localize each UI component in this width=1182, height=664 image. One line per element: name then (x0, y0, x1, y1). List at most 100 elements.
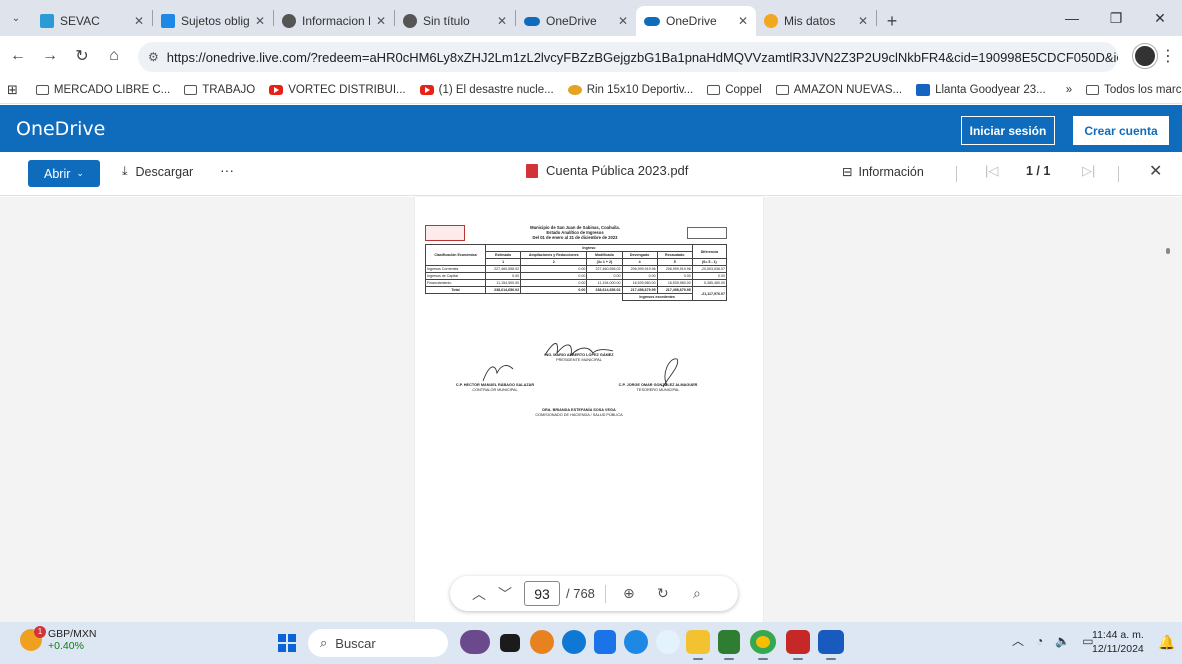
copilot-icon[interactable] (460, 630, 490, 654)
onedrive-title[interactable]: OneDrive (16, 118, 105, 140)
volume-icon[interactable]: 🔈 (1055, 634, 1070, 648)
youtube-icon (419, 84, 434, 95)
first-page-icon[interactable]: |◁ (985, 163, 998, 179)
zoom-in-icon[interactable]: ⊕ (616, 585, 642, 602)
windows-taskbar (0, 622, 1182, 664)
tab-label: Informacion Mi (302, 14, 370, 28)
app-icon[interactable] (718, 630, 740, 654)
chevron-up-icon[interactable]: ︿ (1012, 632, 1024, 649)
all-bookmarks[interactable]: Todos los marcadores (1079, 84, 1182, 96)
tab-mis-datos[interactable]: Mis datos ✕ (756, 6, 876, 36)
word-icon[interactable] (818, 630, 844, 654)
close-tab-icon[interactable]: ✕ (858, 14, 868, 28)
close-tab-icon[interactable]: ✕ (738, 14, 748, 28)
close-tab-icon[interactable]: ✕ (134, 14, 144, 28)
task-view-icon[interactable] (500, 634, 520, 652)
bookmark-label: Coppel (725, 83, 762, 96)
bookmark-rin[interactable]: Rin 15x10 Deportiv... (561, 84, 701, 96)
bookmark-coppel[interactable]: Coppel (700, 84, 768, 96)
page-number-input[interactable]: 93 (524, 581, 560, 606)
site-icon (567, 84, 582, 95)
profile-avatar[interactable] (1133, 44, 1157, 68)
info-button[interactable]: ⊟ Información (842, 164, 924, 180)
back-button[interactable]: ← (4, 42, 32, 70)
restore-button[interactable]: ❐ (1094, 0, 1138, 36)
browser-tab-bar: ⌄ SEVAC ✕ Sujetos obligado ✕ Informacion M… (0, 0, 1182, 36)
chat-icon[interactable] (624, 630, 648, 654)
url-bar[interactable]: ⚙ https://onedrive.live.com/?redeem=aHR0… (138, 42, 1118, 72)
document-header: Municipio de San Juan de Sabinas, Coahui… (425, 225, 727, 243)
tab-informacion[interactable]: Informacion Mi ✕ (274, 6, 394, 36)
chrome-icon[interactable] (750, 630, 776, 654)
download-button[interactable]: ⤓ Descargar (122, 164, 193, 179)
bookmarks-bar: ⊞ MERCADO LIBRE C... TRABAJO VORTEC DIST… (0, 76, 1182, 104)
tab-sevac[interactable]: SEVAC ✕ (32, 6, 152, 36)
taskbar-search[interactable]: ⌕ Buscar (308, 629, 448, 657)
bookmark-amazon[interactable]: AMAZON NUEVAS... (769, 84, 909, 96)
mis-datos-favicon-icon (764, 14, 778, 28)
bookmark-llanta[interactable]: Llanta Goodyear 23... (909, 83, 1053, 96)
home-button[interactable]: ⌂ (100, 42, 128, 70)
onedrive-cloud-icon (644, 16, 660, 26)
tab-search-button[interactable]: ⌄ (0, 0, 32, 36)
start-button[interactable] (278, 634, 296, 652)
minimize-button[interactable]: — (1050, 0, 1094, 36)
widgets-button[interactable]: 1 GBP/MXN +0.40% (20, 626, 96, 652)
signin-button[interactable]: Iniciar sesión (961, 116, 1055, 145)
folder-icon (35, 84, 49, 95)
forward-button[interactable]: → (36, 42, 64, 70)
search-label: Buscar (335, 635, 376, 651)
reload-button[interactable]: ↻ (68, 42, 96, 70)
page-indicator: 1 / 1 (1026, 164, 1051, 178)
table-row: Ingresos Corrientes 227,460,556.02 0.00 227… (425, 265, 728, 273)
browser-menu-icon[interactable]: ⋮ (1160, 46, 1176, 66)
pdf-reader-icon[interactable] (786, 630, 810, 654)
table-header: Modificado (586, 251, 623, 259)
bookmark-mercado-libre[interactable]: MERCADO LIBRE C... (29, 84, 177, 96)
next-page-icon[interactable]: ﹀ (492, 584, 518, 604)
onedrive-cloud-icon (524, 16, 540, 26)
youtube-icon (269, 84, 284, 95)
close-tab-icon[interactable]: ✕ (618, 14, 628, 28)
rotate-icon[interactable]: ↻ (650, 585, 676, 602)
notification-badge: 1 (34, 626, 46, 638)
bookmark-label: (1) El desastre nucle... (438, 83, 554, 96)
photos-app-icon[interactable] (530, 630, 554, 654)
apps-icon[interactable]: ⊞ (0, 82, 25, 98)
table-header: Clasificación Económica (425, 244, 486, 266)
tab-sin-titulo[interactable]: Sin título ✕ (395, 6, 515, 36)
media-player-icon[interactable] (656, 630, 680, 654)
bookmark-vortec[interactable]: VORTEC DISTRIBUI... (262, 84, 412, 96)
chevron-down-icon: ⌄ (76, 168, 84, 178)
store-icon[interactable] (594, 630, 616, 654)
scrollbar-thumb[interactable] (1166, 248, 1170, 254)
more-options-button[interactable]: ··· (220, 162, 234, 178)
close-tab-icon[interactable]: ✕ (497, 14, 507, 28)
signer-role: CONTRALOR MUNICIPAL (472, 388, 518, 392)
search-icon[interactable]: ⌕ (684, 585, 710, 602)
last-page-icon[interactable]: ▷| (1082, 163, 1095, 179)
close-tab-icon[interactable]: ✕ (376, 14, 386, 28)
table-header: Estimado (484, 251, 522, 259)
site-settings-icon[interactable]: ⚙ (148, 50, 159, 64)
file-explorer-icon[interactable] (686, 630, 710, 654)
tab-sujetos[interactable]: Sujetos obligado ✕ (153, 6, 273, 36)
bookmark-desastre[interactable]: (1) El desastre nucle... (413, 84, 561, 96)
previous-page-icon[interactable]: ︿ (466, 584, 492, 604)
new-tab-button[interactable]: + (877, 6, 907, 36)
bookmark-trabajo[interactable]: TRABAJO (177, 84, 262, 96)
close-window-button[interactable]: ✕ (1138, 0, 1182, 36)
bookmarks-overflow-button[interactable]: » (1059, 84, 1079, 96)
close-viewer-icon[interactable]: ✕ (1149, 161, 1162, 181)
wifi-icon[interactable]: ◔ (1036, 634, 1043, 648)
tab-onedrive-active[interactable]: OneDrive ✕ (636, 6, 756, 36)
secondary-logo-icon (687, 227, 727, 239)
close-tab-icon[interactable]: ✕ (255, 14, 265, 28)
notifications-icon[interactable]: 🔔 (1158, 634, 1175, 651)
create-account-button[interactable]: Crear cuenta (1073, 116, 1169, 145)
clock[interactable]: 11:44 a. m. 12/11/2024 (1092, 628, 1144, 656)
edge-icon[interactable] (562, 630, 586, 654)
info-label: Información (858, 164, 924, 179)
open-button[interactable]: Abrir ⌄ (28, 160, 100, 187)
tab-onedrive-1[interactable]: OneDrive ✕ (516, 6, 636, 36)
